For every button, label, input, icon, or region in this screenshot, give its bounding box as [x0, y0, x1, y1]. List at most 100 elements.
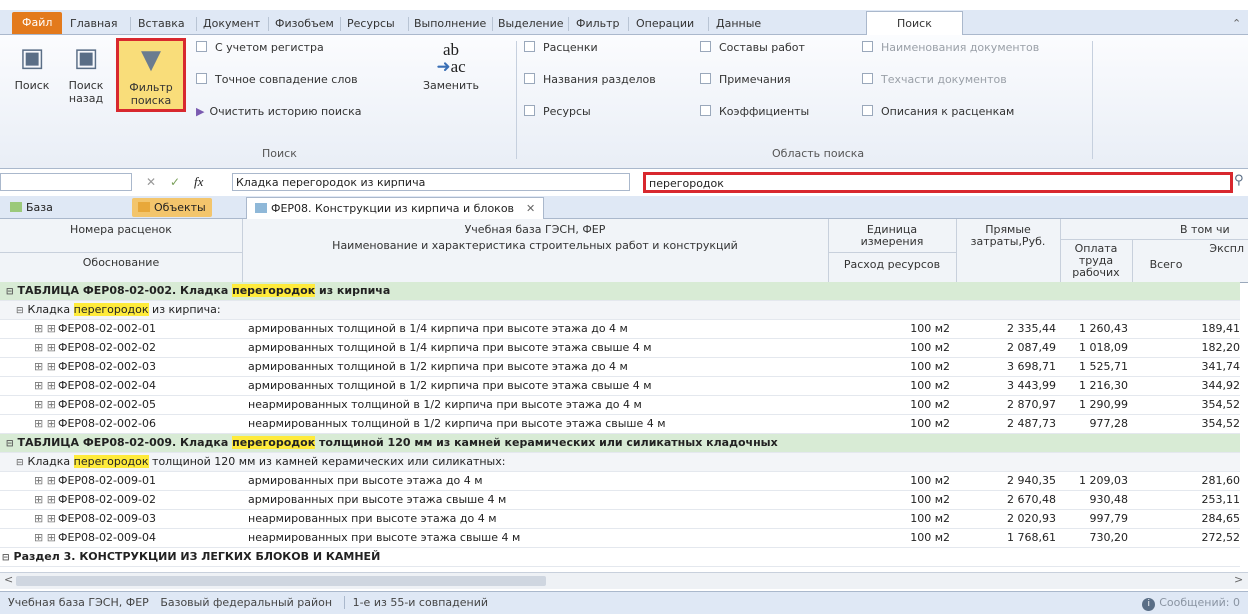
expand-icon[interactable]: ⊞ ⊞ — [34, 358, 56, 376]
tab-selection[interactable]: Выделение — [498, 13, 564, 34]
area-section-names-checkbox[interactable]: Названия разделов — [524, 73, 656, 87]
table-row[interactable]: ⊞ ⊞ ФЕР08-02-009-03 неармированных при выс… — [0, 510, 1240, 529]
cell-pay: 730,20 — [1089, 531, 1129, 544]
cell-code: ФЕР08-02-009-01 — [58, 474, 156, 487]
cell-name: армированных при высоте этажа до 4 м — [248, 474, 483, 487]
cell-direct: 2 020,93 — [1007, 512, 1056, 525]
collapse-icon[interactable]: ⊟ — [6, 287, 14, 297]
scroll-right-icon[interactable]: > — [1234, 573, 1243, 586]
table-row[interactable]: ⊞ ⊞ ФЕР08-02-002-03 армированных толщиной … — [0, 358, 1240, 377]
status-messages[interactable]: i Сообщений: 0 — [1142, 592, 1240, 614]
cell-expl: 253,11 — [1201, 493, 1241, 506]
formula-input[interactable]: Кладка перегородок из кирпича — [232, 173, 630, 191]
table-row-header[interactable]: ⊟ ТАБЛИЦА ФЕР08-02-009. Кладка перегородо… — [0, 434, 1240, 453]
grid-header: Номера расценок Обоснование Учебная база… — [0, 219, 1248, 283]
tab-document[interactable]: Документ — [203, 13, 260, 34]
area-resources-checkbox[interactable]: Ресурсы — [524, 105, 591, 119]
area-notes-checkbox[interactable]: Примечания — [700, 73, 791, 87]
area-tech-parts-checkbox[interactable]: Техчасти документов — [862, 73, 1007, 87]
tab-filter[interactable]: Фильтр — [576, 13, 620, 34]
cell-name: неармированных толщиной в 1/2 кирпича пр… — [248, 417, 666, 430]
cell-pay: 1 018,09 — [1079, 341, 1128, 354]
tab-data[interactable]: Данные — [716, 13, 761, 34]
table-row[interactable]: ⊞ ⊞ ФЕР08-02-002-04 армированных толщиной … — [0, 377, 1240, 396]
group-row[interactable]: ⊟ Кладка перегородок толщиной 120 мм из к… — [0, 453, 1240, 472]
table-row[interactable]: ⊞ ⊞ ФЕР08-02-009-02 армированных при высот… — [0, 491, 1240, 510]
table-row[interactable]: ⊞ ⊞ ФЕР08-02-002-02 армированных толщиной … — [0, 339, 1240, 358]
cell-name: армированных толщиной в 1/2 кирпича при … — [248, 379, 652, 392]
search-back-button[interactable]: ▣ Поиск назад — [62, 41, 110, 105]
tab-document-fer08[interactable]: ФЕР08. Конструкции из кирпича и блоков ✕ — [246, 197, 545, 219]
cell-code: ФЕР08-02-009-03 — [58, 512, 156, 525]
cell-pay: 930,48 — [1089, 493, 1129, 506]
collapse-icon[interactable]: ⊟ — [16, 458, 24, 468]
tab-execution[interactable]: Выполнение — [414, 13, 486, 34]
cell-unit: 100 м2 — [910, 398, 950, 411]
cancel-icon[interactable]: ✕ — [146, 175, 156, 189]
tab-operations[interactable]: Операции — [636, 13, 694, 34]
expand-icon[interactable]: ⊞ ⊞ — [34, 339, 56, 357]
document-icon — [255, 203, 267, 213]
cell-direct: 3 698,71 — [1007, 360, 1056, 373]
cell-pay: 1 290,99 — [1079, 398, 1128, 411]
replace-button[interactable]: ab ➜ac Заменить — [422, 41, 480, 92]
confirm-icon[interactable]: ✓ — [170, 175, 180, 189]
expand-icon[interactable]: ⊞ ⊞ — [34, 415, 56, 433]
case-sensitive-checkbox[interactable]: С учетом регистра — [196, 41, 324, 55]
clear-history-button[interactable]: ▶ Очистить историю поиска — [196, 105, 362, 119]
expand-icon[interactable]: ⊞ ⊞ — [34, 320, 56, 338]
cell-code: ФЕР08-02-002-03 — [58, 360, 156, 373]
table-row[interactable]: ⊞ ⊞ ФЕР08-02-002-05 неармированных толщино… — [0, 396, 1240, 415]
collapse-icon[interactable]: ⊟ — [16, 306, 24, 316]
area-doc-names-checkbox[interactable]: Наименования документов — [862, 41, 1039, 55]
search-button[interactable]: ▣ Поиск — [10, 41, 54, 92]
tab-file[interactable]: Файл — [12, 12, 63, 34]
section-row[interactable]: ⊟ Раздел 3. КОНСТРУКЦИИ ИЗ ЛЕГКИХ БЛОКОВ … — [0, 548, 1240, 567]
tab-home[interactable]: Главная — [70, 13, 118, 34]
table-row[interactable]: ⊞ ⊞ ФЕР08-02-002-06 неармированных толщино… — [0, 415, 1240, 434]
tab-physvolume[interactable]: Физобъем — [275, 13, 334, 34]
ribbon-collapse-icon[interactable]: ⌃ — [1232, 13, 1241, 34]
cell-direct: 2 940,35 — [1007, 474, 1056, 487]
filter-search-button[interactable]: ▼ Фильтр поиска — [116, 38, 186, 112]
cell-direct: 2 087,49 — [1007, 341, 1056, 354]
tab-search[interactable]: Поиск — [866, 11, 963, 36]
cell-expl: 354,52 — [1201, 417, 1241, 430]
scroll-thumb[interactable] — [16, 576, 546, 586]
document-tabs: База Объекты ФЕР08. Конструкции из кирпи… — [0, 196, 1248, 219]
expand-icon[interactable]: ⊞ ⊞ — [34, 377, 56, 395]
group-row[interactable]: ⊟ Кладка перегородок из кирпича: — [0, 301, 1240, 320]
expand-icon[interactable]: ⊞ ⊞ — [34, 472, 56, 490]
area-rate-descriptions-checkbox[interactable]: Описания к расценкам — [862, 105, 1014, 119]
expand-icon[interactable]: ⊞ ⊞ — [34, 491, 56, 509]
whole-word-checkbox[interactable]: Точное совпадение слов — [196, 73, 358, 87]
cell-name: армированных толщиной в 1/2 кирпича при … — [248, 360, 628, 373]
area-rates-checkbox[interactable]: Расценки — [524, 41, 598, 55]
tab-base[interactable]: База — [10, 198, 53, 217]
tab-insert[interactable]: Вставка — [138, 13, 185, 34]
table-row[interactable]: ⊞ ⊞ ФЕР08-02-009-04 неармированных при выс… — [0, 529, 1240, 548]
group-search-label: Поиск — [262, 147, 297, 160]
scroll-left-icon[interactable]: < — [4, 573, 13, 586]
expand-icon[interactable]: ⊞ ⊞ — [34, 529, 56, 547]
col-header-total: Всего — [1149, 258, 1183, 271]
folder-icon — [138, 202, 150, 212]
col-header-expl: Экспл — [1209, 242, 1244, 255]
collapse-icon[interactable]: ⊟ — [2, 553, 10, 563]
tab-objects[interactable]: Объекты — [132, 198, 212, 217]
horizontal-scrollbar[interactable]: < > — [0, 572, 1248, 589]
cell-direct: 2 487,73 — [1007, 417, 1056, 430]
tab-resources[interactable]: Ресурсы — [347, 13, 395, 34]
table-row[interactable]: ⊞ ⊞ ФЕР08-02-002-01 армированных толщиной … — [0, 320, 1240, 339]
close-tab-icon[interactable]: ✕ — [526, 202, 535, 215]
table-row[interactable]: ⊞ ⊞ ФЕР08-02-009-01 армированных при высот… — [0, 472, 1240, 491]
area-coefficients-checkbox[interactable]: Коэффициенты — [700, 105, 809, 119]
expand-icon[interactable]: ⊞ ⊞ — [34, 396, 56, 414]
search-input[interactable]: перегородок — [643, 172, 1233, 193]
cell-reference-input[interactable] — [0, 173, 132, 191]
search-icon[interactable]: ⚲ — [1234, 173, 1244, 188]
table-row-header[interactable]: ⊟ ТАБЛИЦА ФЕР08-02-002. Кладка перегородо… — [0, 282, 1240, 301]
collapse-icon[interactable]: ⊟ — [6, 439, 14, 449]
expand-icon[interactable]: ⊞ ⊞ — [34, 510, 56, 528]
area-work-composition-checkbox[interactable]: Составы работ — [700, 41, 805, 55]
